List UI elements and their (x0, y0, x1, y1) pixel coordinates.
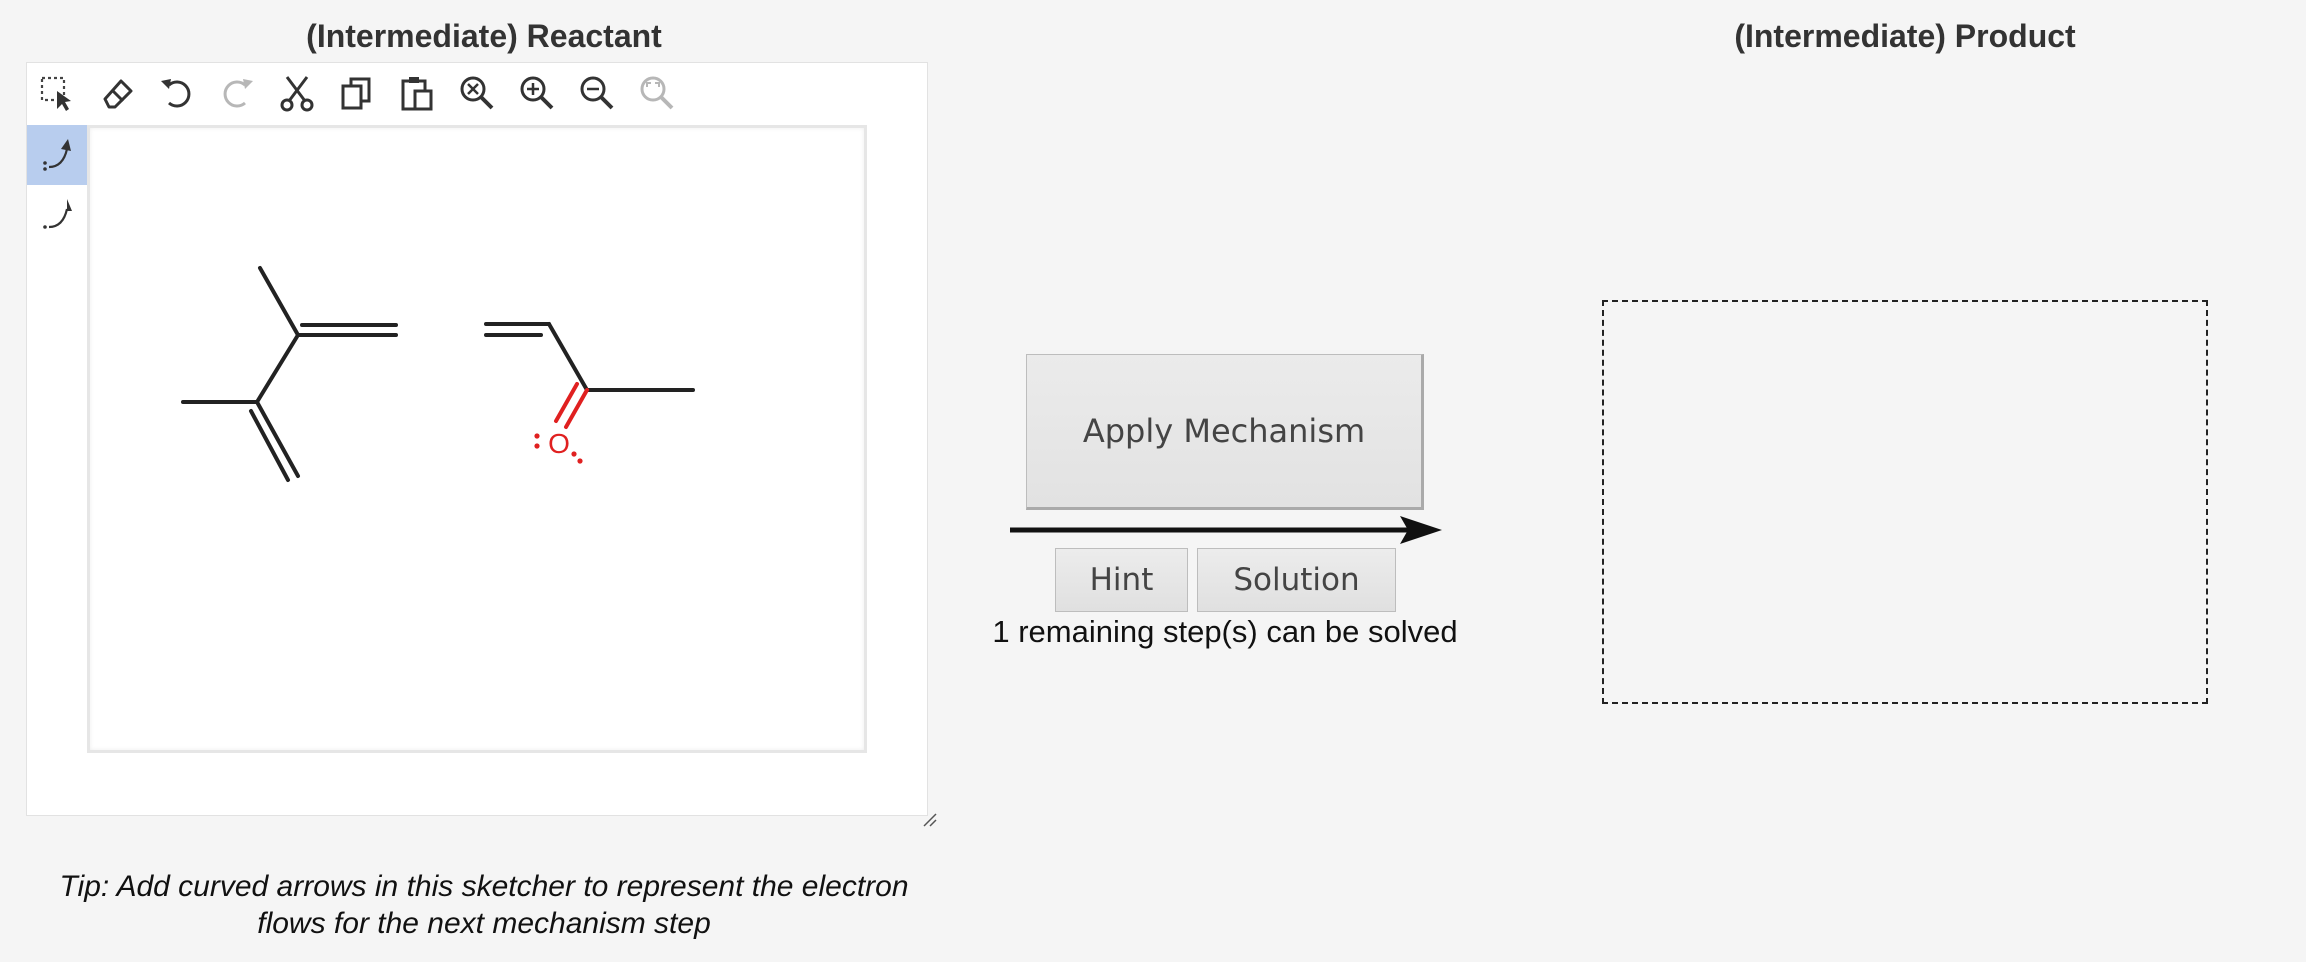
reactant-sketcher: O (26, 62, 928, 816)
zoom-in-icon (520, 76, 554, 110)
electron-pair-arrow-icon (43, 139, 71, 171)
remaining-steps-status: 1 remaining step(s) can be solved (992, 614, 1458, 649)
zoom-fit-button[interactable] (627, 63, 687, 123)
oxygen-atom-label: O (548, 428, 570, 459)
redo-button[interactable] (207, 63, 267, 123)
copy-icon (341, 77, 371, 110)
cut-icon (280, 76, 314, 112)
hint-button[interactable]: Hint (1055, 548, 1188, 612)
product-title: (Intermediate) Product (1734, 18, 2076, 54)
arrow-tool-sidebar (27, 125, 87, 245)
bond (255, 400, 300, 478)
molecule-canvas[interactable]: O (87, 125, 867, 753)
select-tool-button[interactable] (27, 63, 87, 123)
paste-icon (401, 77, 433, 111)
cut-button[interactable] (267, 63, 327, 123)
zoom-out-button[interactable] (567, 63, 627, 123)
paste-button[interactable] (387, 63, 447, 123)
zoom-reset-icon (460, 76, 494, 110)
reactant-title: (Intermediate) Reactant (306, 18, 662, 54)
undo-button[interactable] (147, 63, 207, 123)
bond (258, 266, 300, 337)
product-drop-area (1602, 300, 2208, 704)
redo-icon (223, 79, 253, 108)
methyl-vinyl-ketone-molecule (484, 322, 695, 429)
copy-button[interactable] (327, 63, 387, 123)
apply-mechanism-button[interactable]: Apply Mechanism (1026, 354, 1424, 510)
eraser-icon (103, 79, 133, 109)
select-rectangle-icon (40, 76, 71, 111)
undo-icon (161, 79, 191, 108)
single-electron-arrow-icon (43, 199, 72, 229)
solution-button[interactable]: Solution (1197, 548, 1396, 612)
zoom-fit-icon (640, 76, 674, 110)
bond (255, 333, 300, 404)
sketcher-toolbar (27, 63, 687, 123)
erase-button[interactable] (87, 63, 147, 123)
resize-handle-icon[interactable] (922, 812, 938, 828)
dimethylbutadiene-molecule (181, 266, 398, 482)
sketcher-tip: Tip: Add curved arrows in this sketcher … (59, 870, 909, 940)
zoom-out-icon (580, 76, 614, 110)
zoom-reset-button[interactable] (447, 63, 507, 123)
zoom-in-button[interactable] (507, 63, 567, 123)
single-electron-arrow-button[interactable] (27, 185, 87, 245)
electron-pair-arrow-button[interactable] (27, 125, 87, 185)
molecule-drawing: O (181, 266, 695, 482)
reaction-arrow-icon (1010, 516, 1442, 544)
bond (547, 322, 589, 392)
